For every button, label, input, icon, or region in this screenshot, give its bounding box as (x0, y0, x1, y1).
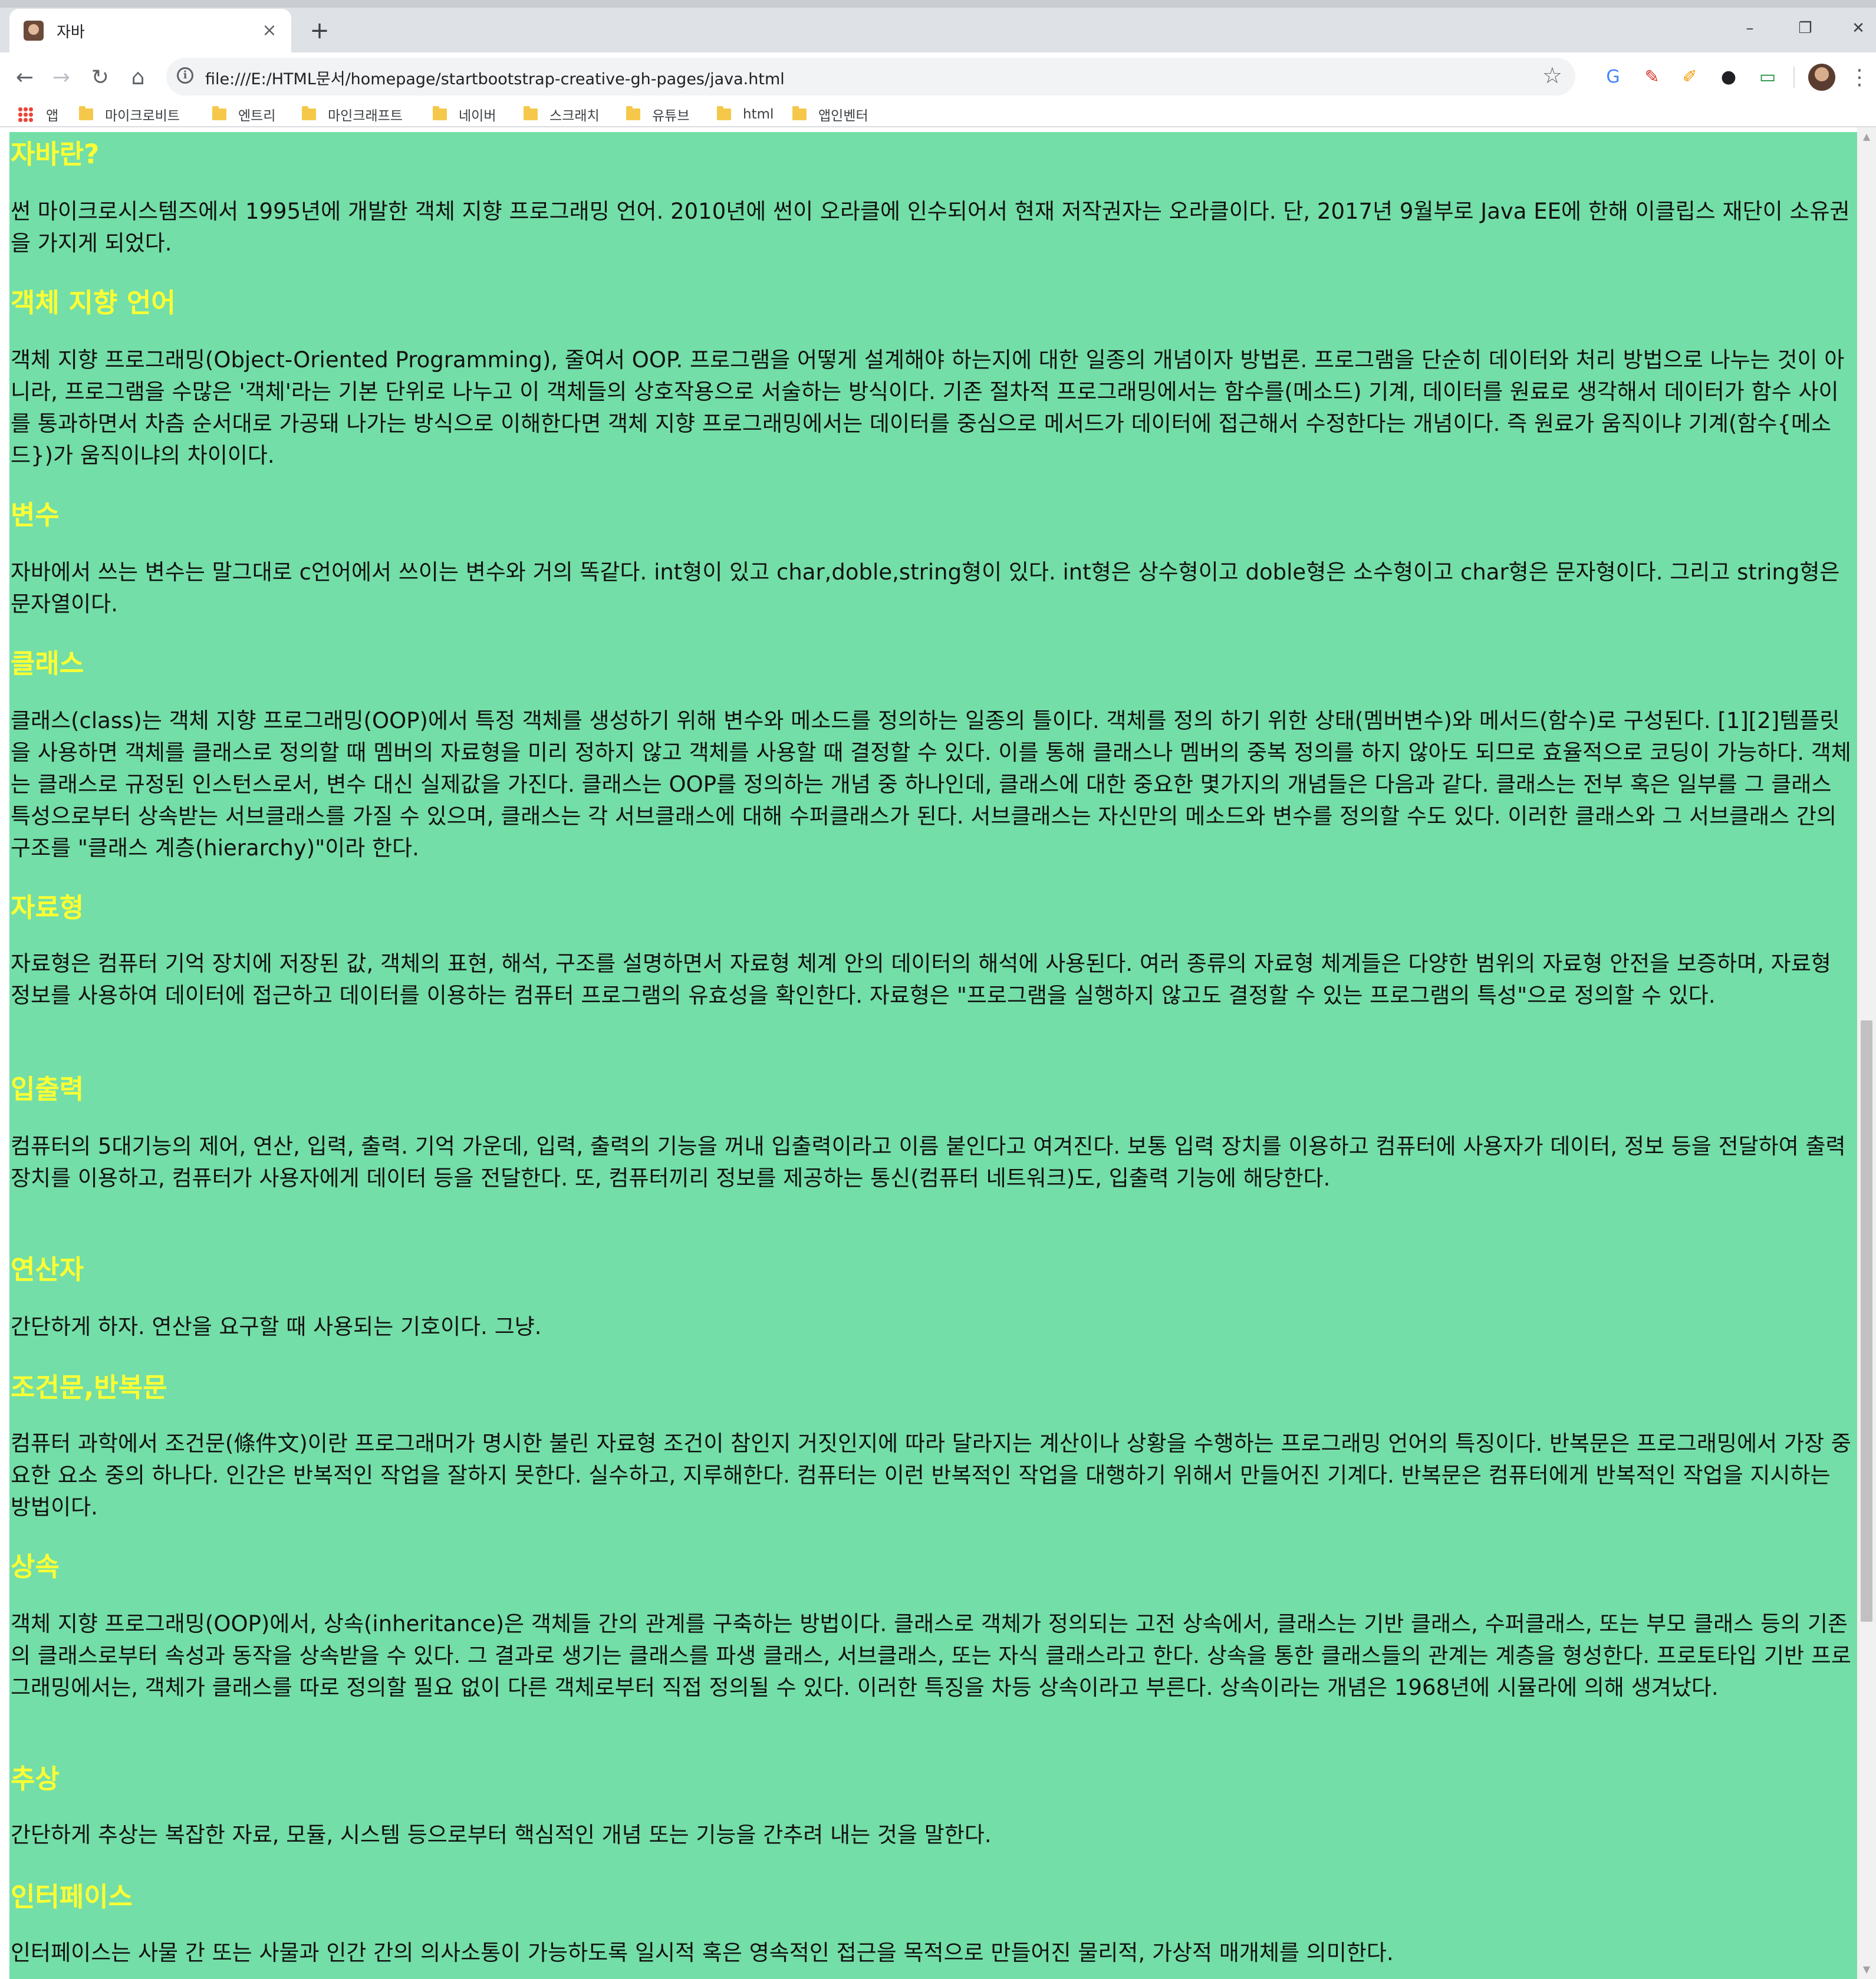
home-button[interactable]: ⌂ (121, 61, 154, 94)
screenshot-extension-icon[interactable]: ▭ (1756, 65, 1779, 89)
toolbar-divider (1793, 67, 1795, 88)
url-text[interactable]: file:///E:/HTML문서/homepage/startbootstra… (205, 66, 785, 89)
new-tab-button[interactable]: + (305, 17, 334, 45)
translate-extension-icon[interactable]: G (1601, 65, 1625, 89)
bookmark-label: 스크래치 (549, 108, 600, 124)
section-text-interface: 인터페이스는 사물 간 또는 사물과 인간 간의 의사소통이 가능하도록 일시적… (11, 1940, 1394, 1965)
section-text-oop: 객체 지향 프로그래밍(Object-Oriented Programming)… (11, 347, 1845, 468)
bookmark-appinventor[interactable]: 앱인벤터 (792, 103, 868, 126)
tab-close-icon[interactable]: × (258, 19, 281, 42)
restore-button[interactable]: ❐ (1788, 14, 1823, 43)
section-heading-oop: 객체 지향 언어 (11, 287, 176, 318)
bookmark-label: 앱인벤터 (818, 108, 868, 124)
bookmark-label: html (743, 107, 774, 122)
folder-icon (79, 106, 93, 120)
section-heading-abstraction: 추상 (11, 1763, 60, 1794)
section-heading-control: 조건문,반복문 (11, 1372, 167, 1403)
minimize-button[interactable]: – (1732, 14, 1768, 43)
bookmark-scratch[interactable]: 스크래치 (524, 103, 600, 126)
bookmark-html[interactable]: html (717, 103, 774, 126)
tab-title: 자바 (57, 23, 85, 41)
bookmark-label: 유튜브 (652, 108, 690, 124)
section-text-variable: 자바에서 쓰는 변수는 말그대로 c언어에서 쓰이는 변수와 거의 똑같다. i… (11, 559, 1840, 617)
folder-icon (717, 106, 731, 120)
folder-icon (626, 106, 640, 120)
page-content: 자바란? 썬 마이크로시스템즈에서 1995년에 개발한 객체 지향 프로그래밍… (9, 132, 1857, 1979)
bookmark-star-icon[interactable]: ☆ (1542, 62, 1562, 88)
tab-strip: 자바 × + – ❐ ✕ (0, 8, 1876, 52)
section-text-datatype: 자료형은 컴퓨터 기억 장치에 저장된 값, 객체의 표현, 해석, 구조를 설… (11, 951, 1831, 1008)
vertical-scrollbar[interactable]: ▲ ▼ (1857, 127, 1876, 1979)
section-heading-datatype: 자료형 (11, 892, 84, 923)
section-heading-interface: 인터페이스 (11, 1881, 133, 1912)
window-close-button[interactable]: ✕ (1841, 14, 1876, 43)
forward-button[interactable]: → (45, 61, 78, 94)
section-heading-operator: 연산자 (11, 1254, 84, 1285)
folder-icon (792, 106, 807, 120)
bookmark-label: 마이크로비트 (105, 108, 180, 124)
bookmark-microbit[interactable]: 마이크로비트 (79, 103, 180, 126)
bookmark-naver[interactable]: 네이버 (433, 103, 496, 126)
bookmark-apps[interactable]: 앱 (18, 103, 58, 126)
scroll-thumb[interactable] (1861, 1020, 1872, 1622)
bookmark-label: 네이버 (459, 108, 496, 124)
tab-active[interactable]: 자바 × (9, 9, 291, 52)
section-text-class: 클래스(class)는 객체 지향 프로그래밍(OOP)에서 특정 객체를 생성… (11, 708, 1851, 861)
section-text-inheritance: 객체 지향 프로그래밍(OOP)에서, 상속(inheritance)은 객체들… (11, 1611, 1851, 1700)
scroll-down-icon[interactable]: ▼ (1857, 1960, 1876, 1979)
back-button[interactable]: ← (8, 61, 41, 94)
bookmarks-bar: 앱 마이크로비트 엔트리 마인크래프트 네이버 스크래치 유튜브 html 앱인… (0, 103, 1876, 127)
profile-avatar[interactable] (1808, 64, 1835, 91)
bookmark-label: 엔트리 (238, 108, 276, 124)
bookmark-entry[interactable]: 엔트리 (212, 103, 275, 126)
section-heading-inheritance: 상속 (11, 1551, 60, 1582)
pen-extension-icon[interactable]: ✎ (1640, 65, 1664, 89)
folder-icon (302, 106, 316, 120)
bookmark-label: 마인크래프트 (328, 108, 403, 124)
color-picker-extension-icon[interactable]: ✐ (1678, 65, 1701, 89)
page-viewport: 자바란? 썬 마이크로시스템즈에서 1995년에 개발한 객체 지향 프로그래밍… (0, 127, 1876, 1979)
section-heading-java: 자바란? (11, 139, 100, 170)
section-heading-class: 클래스 (11, 648, 84, 679)
bookmark-minecraft[interactable]: 마인크래프트 (302, 103, 403, 126)
favicon-icon (24, 21, 44, 41)
folder-icon (524, 106, 538, 120)
section-heading-variable: 변수 (11, 499, 60, 531)
window-frame-top (0, 0, 1876, 8)
bookmark-label: 앱 (46, 108, 59, 124)
section-text-control: 컴퓨터 과학에서 조건문(條件文)이란 프로그래머가 명시한 불린 자료형 조건… (11, 1431, 1851, 1520)
section-heading-io: 입출력 (11, 1074, 84, 1105)
address-bar[interactable]: i file:///E:/HTML문서/homepage/startbootst… (166, 58, 1575, 96)
folder-icon (433, 106, 447, 120)
info-icon[interactable]: i (177, 67, 193, 84)
section-text-operator: 간단하게 하자. 연산을 요구할 때 사용되는 기호이다. 그냥. (11, 1314, 542, 1339)
record-extension-icon[interactable]: ● (1717, 65, 1740, 89)
apps-grid-icon (18, 107, 33, 122)
section-text-java: 썬 마이크로시스템즈에서 1995년에 개발한 객체 지향 프로그래밍 언어. … (11, 199, 1850, 256)
reload-button[interactable]: ↻ (84, 61, 117, 94)
section-text-io: 컴퓨터의 5대기능의 제어, 연산, 입력, 출력. 기억 가운데, 입력, 출… (11, 1134, 1846, 1191)
bookmark-youtube[interactable]: 유튜브 (626, 103, 689, 126)
section-text-abstraction: 간단하게 추상는 복잡한 자료, 모듈, 시스템 등으로부터 핵심적인 개념 또… (11, 1822, 992, 1848)
scroll-up-icon[interactable]: ▲ (1857, 127, 1876, 146)
folder-icon (212, 106, 226, 120)
menu-icon[interactable]: ⋮ (1849, 64, 1870, 91)
browser-toolbar: ← → ↻ ⌂ i file:///E:/HTML문서/homepage/sta… (0, 52, 1876, 103)
